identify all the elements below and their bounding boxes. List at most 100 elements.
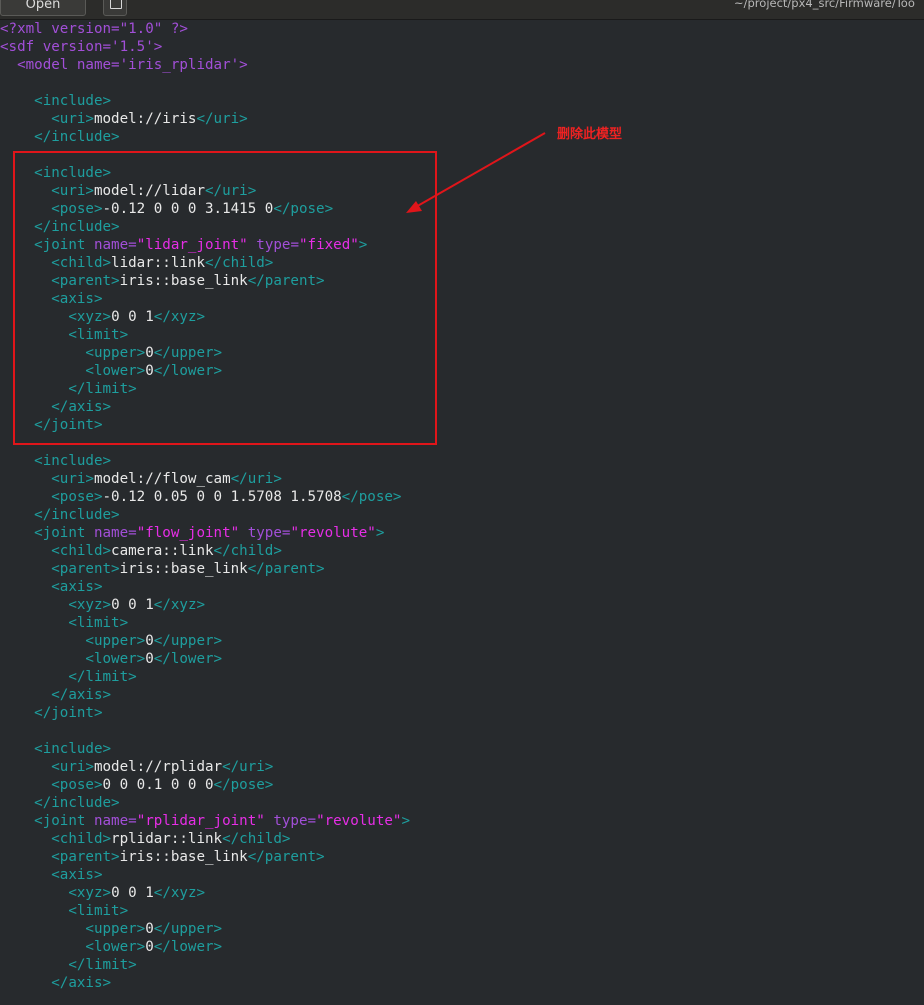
code-token: name= <box>93 813 137 829</box>
code-token: type= <box>239 525 291 541</box>
code-line: </include> <box>0 794 924 812</box>
code-token: <parent> <box>51 561 120 577</box>
code-token: iris::base_link <box>119 849 248 865</box>
code-line: <uri>model://flow_cam</uri> <box>0 470 924 488</box>
code-token: <axis> <box>51 867 103 883</box>
code-line: <joint name="flow_joint" type="revolute"… <box>0 524 924 542</box>
code-line: <lower>0</lower> <box>0 938 924 956</box>
code-token: camera::link <box>111 543 214 559</box>
code-token: </parent> <box>247 849 325 865</box>
code-token: <upper> <box>85 633 146 649</box>
save-button[interactable] <box>103 0 127 16</box>
code-token: </joint> <box>34 705 103 721</box>
code-token: </lower> <box>153 939 223 955</box>
code-line: <axis> <box>0 578 924 596</box>
code-token: <limit> <box>68 903 129 919</box>
code-line: </limit> <box>0 956 924 974</box>
code-line: <pose>-0.12 0.05 0 0 1.5708 1.5708</pose… <box>0 488 924 506</box>
code-token: <uri> <box>51 759 94 775</box>
code-token: "revolute" <box>316 813 402 829</box>
code-token: <model name='iris_rplidar'> <box>17 57 248 73</box>
code-token: <joint <box>34 525 94 541</box>
open-button[interactable]: Open <box>0 0 86 16</box>
code-token: <upper> <box>85 921 146 937</box>
code-token: </include> <box>34 507 120 523</box>
code-token: -0.12 0.05 0 0 1.5708 1.5708 <box>102 489 342 505</box>
code-token: model://rplidar <box>93 759 223 775</box>
code-line: <uri>model://iris</uri> <box>0 110 924 128</box>
code-token: <pose> <box>51 777 103 793</box>
code-token: <xyz> <box>68 885 112 901</box>
code-line: <joint name="rplidar_joint" type="revolu… <box>0 812 924 830</box>
code-token: 0 <box>145 921 154 937</box>
code-line: <?xml version="1.0" ?> <box>0 20 924 38</box>
code-token: 0 0 1 <box>111 597 154 613</box>
code-line: <sdf version='1.5'> <box>0 38 924 56</box>
code-line: <uri>model://rplidar</uri> <box>0 758 924 776</box>
code-token: <sdf version='1.5'> <box>0 39 163 55</box>
code-line: <axis> <box>0 866 924 884</box>
code-line: <upper>0</upper> <box>0 920 924 938</box>
code-token: rplidar::link <box>111 831 223 847</box>
code-token: </limit> <box>68 957 137 973</box>
code-token: > <box>375 525 385 541</box>
code-token: </xyz> <box>153 597 206 613</box>
code-token: 0 0 0.1 0 0 0 <box>102 777 214 793</box>
code-token: </include> <box>34 129 120 145</box>
code-token: > <box>401 813 411 829</box>
save-icon <box>110 0 122 9</box>
code-token: </child> <box>222 831 291 847</box>
code-token: model://iris <box>93 111 197 127</box>
highlight-box <box>13 151 437 445</box>
code-token: </uri> <box>222 759 274 775</box>
code-line: <include> <box>0 452 924 470</box>
code-token: <child> <box>51 543 112 559</box>
code-token: </xyz> <box>153 885 206 901</box>
code-token: </upper> <box>153 633 223 649</box>
code-token: </pose> <box>341 489 402 505</box>
code-line: </limit> <box>0 668 924 686</box>
arrow-icon <box>406 132 546 213</box>
code-line: <limit> <box>0 614 924 632</box>
code-line: <child>camera::link</child> <box>0 542 924 560</box>
code-token: <pose> <box>51 489 103 505</box>
code-token: <lower> <box>85 651 146 667</box>
code-token: name= <box>93 525 137 541</box>
code-token: model://flow_cam <box>93 471 231 487</box>
code-token: </axis> <box>51 975 112 991</box>
code-token: <include> <box>34 453 112 469</box>
code-line: </joint> <box>0 704 924 722</box>
code-token: </upper> <box>153 921 223 937</box>
code-token: "flow_joint" <box>136 525 240 541</box>
code-token: <include> <box>34 93 112 109</box>
code-token: 0 <box>145 651 154 667</box>
code-token: </child> <box>213 543 282 559</box>
code-line: </axis> <box>0 974 924 992</box>
toolbar: Open ~/project/px4_src/Firmware/Too <box>0 0 924 20</box>
annotation-text: 删除此模型 <box>557 127 623 142</box>
code-token: <?xml version="1.0" ?> <box>0 21 188 37</box>
